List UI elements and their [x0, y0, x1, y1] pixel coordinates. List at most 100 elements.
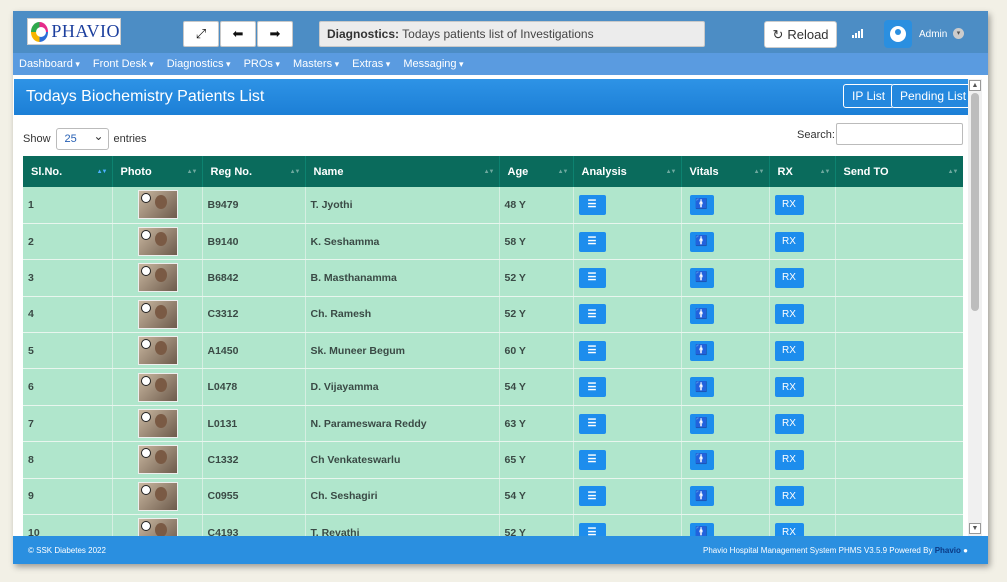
sort-icon: ▲▼	[186, 169, 198, 175]
cell-sl-no: 6	[23, 368, 113, 406]
sort-icon: ▲▼	[947, 169, 959, 175]
refresh-icon: ↻	[772, 26, 784, 42]
menu-extras[interactable]: Extras	[352, 58, 390, 70]
col-rx[interactable]: RX ▲▼	[769, 156, 836, 187]
patient-photo[interactable]	[137, 227, 178, 257]
menu-dashboard[interactable]: Dashboard	[19, 58, 80, 70]
reload-label: Reload	[787, 27, 829, 42]
menu-masters[interactable]: Masters	[293, 58, 339, 70]
col-photo[interactable]: Photo ▲▼	[112, 156, 203, 187]
back-button[interactable]: ⬅	[220, 21, 256, 47]
analysis-button[interactable]: ☰	[578, 522, 606, 536]
vitals-button[interactable]: 🚹	[689, 413, 714, 434]
cell-send-to	[835, 405, 963, 443]
analysis-button[interactable]: ☰	[578, 231, 606, 252]
col-sl-no[interactable]: Sl.No. ▲▼	[23, 156, 113, 187]
ip-list-button[interactable]: IP List	[843, 84, 895, 108]
list-icon: ☰	[587, 381, 597, 393]
app-window: PHAVIO ⤢ ⬅ ➡ Diagnostics: Todays patient…	[13, 11, 988, 564]
person-icon: 🚹	[695, 199, 708, 211]
vitals-button[interactable]: 🚹	[689, 304, 714, 325]
col-analysis[interactable]: Analysis ▲▼	[573, 156, 682, 187]
rx-button[interactable]: RX	[774, 377, 804, 398]
cell-sl-no: 3	[23, 259, 113, 297]
vitals-button[interactable]: 🚹	[689, 449, 714, 470]
menu-messaging[interactable]: Messaging	[403, 58, 463, 70]
user-name[interactable]: Admin	[919, 29, 947, 40]
col-reg-no[interactable]: Reg No. ▲▼	[202, 156, 306, 187]
vitals-button[interactable]: 🚹	[689, 522, 714, 536]
cell-rx: RX	[769, 514, 836, 536]
scroll-up-icon[interactable]: ▲	[969, 80, 981, 91]
patient-photo[interactable]	[137, 409, 178, 439]
rx-button[interactable]: RX	[774, 267, 804, 288]
col-name[interactable]: Name ▲▼	[305, 156, 500, 187]
rx-button[interactable]: RX	[774, 340, 804, 361]
reload-button[interactable]: ↻ Reload	[764, 21, 837, 48]
avatar[interactable]	[884, 20, 912, 48]
cell-rx: RX	[769, 259, 836, 297]
cell-vitals: 🚹	[681, 187, 770, 224]
cell-photo	[112, 332, 203, 370]
patient-photo[interactable]	[137, 190, 178, 220]
forward-button[interactable]: ➡	[257, 21, 293, 47]
analysis-button[interactable]: ☰	[578, 413, 606, 434]
analysis-button[interactable]: ☰	[578, 304, 606, 325]
chevron-down-icon[interactable]: ▾	[953, 28, 964, 39]
analysis-button[interactable]: ☰	[578, 267, 606, 288]
patient-photo[interactable]	[137, 336, 178, 366]
menu-diagnostics[interactable]: Diagnostics	[167, 58, 231, 70]
logo-icon	[31, 21, 49, 42]
menu-front-desk[interactable]: Front Desk	[93, 58, 154, 70]
rx-button[interactable]: RX	[774, 194, 804, 215]
cell-sl-no: 5	[23, 332, 113, 370]
vitals-button[interactable]: 🚹	[689, 194, 714, 215]
cell-analysis: ☰	[573, 368, 682, 406]
rx-button[interactable]: RX	[774, 486, 804, 507]
rx-button[interactable]: RX	[774, 449, 804, 470]
list-icon: ☰	[587, 236, 597, 248]
patient-photo[interactable]	[137, 518, 178, 536]
col-age[interactable]: Age ▲▼	[499, 156, 574, 187]
analysis-button[interactable]: ☰	[578, 194, 606, 215]
list-icon: ☰	[587, 308, 597, 320]
table-row: 3 B6842 B. Masthanamma 52 Y ☰ 🚹 RX	[23, 259, 963, 297]
analysis-button[interactable]: ☰	[578, 486, 606, 507]
footer-brand-link[interactable]: Phavio	[935, 546, 961, 555]
vitals-button[interactable]: 🚹	[689, 267, 714, 288]
fullscreen-button[interactable]: ⤢	[183, 21, 219, 47]
rx-button[interactable]: RX	[774, 413, 804, 434]
vitals-button[interactable]: 🚹	[689, 340, 714, 361]
pending-list-button[interactable]: Pending List	[891, 84, 976, 108]
patient-photo[interactable]	[137, 481, 178, 511]
scroll-down-icon[interactable]: ▼	[969, 523, 981, 534]
cell-photo	[112, 187, 203, 224]
cell-analysis: ☰	[573, 332, 682, 370]
rx-button[interactable]: RX	[774, 522, 804, 536]
menu-pros[interactable]: PROs	[244, 58, 280, 70]
cell-reg-no: C1332	[202, 441, 306, 479]
rx-button[interactable]: RX	[774, 231, 804, 252]
col-send-to[interactable]: Send TO ▲▼	[835, 156, 963, 187]
patient-photo[interactable]	[137, 263, 178, 293]
scroll-thumb[interactable]	[971, 93, 979, 311]
vitals-button[interactable]: 🚹	[689, 377, 714, 398]
rx-button[interactable]: RX	[774, 304, 804, 325]
panel-header: Todays Biochemistry Patients List IP Lis…	[14, 79, 978, 115]
patient-photo[interactable]	[137, 372, 178, 402]
analysis-button[interactable]: ☰	[578, 449, 606, 470]
analysis-button[interactable]: ☰	[578, 340, 606, 361]
vitals-button[interactable]: 🚹	[689, 231, 714, 252]
analysis-button[interactable]: ☰	[578, 377, 606, 398]
scrollbar[interactable]: ▲ ▼	[968, 79, 982, 536]
cell-name: T. Revathi	[305, 514, 500, 536]
app-logo[interactable]: PHAVIO	[27, 18, 121, 45]
search-input[interactable]	[836, 123, 963, 145]
patient-photo[interactable]	[137, 299, 178, 329]
entries-select[interactable]: 25	[55, 126, 109, 150]
patient-photo[interactable]	[137, 445, 178, 475]
vitals-button[interactable]: 🚹	[689, 486, 714, 507]
col-vitals[interactable]: Vitals ▲▼	[681, 156, 770, 187]
signal-icon	[852, 28, 863, 38]
arrow-right-icon: ➡	[269, 26, 281, 41]
